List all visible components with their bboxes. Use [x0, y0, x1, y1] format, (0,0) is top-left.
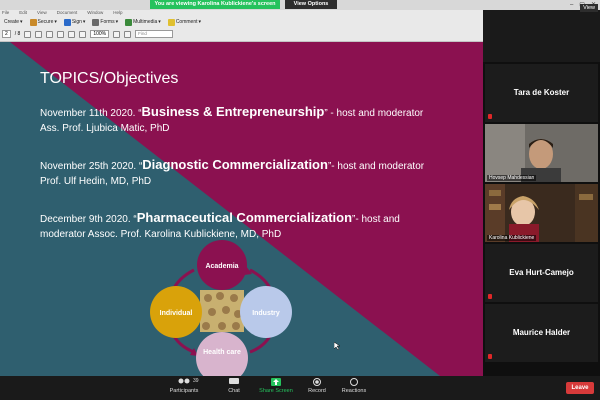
chat-button[interactable]: Chat: [216, 378, 252, 394]
fit-page-icon[interactable]: [113, 30, 121, 38]
comment-button[interactable]: Comment ▾: [166, 17, 203, 27]
zoom-window: You are viewing Karolina Kublickiene's s…: [0, 0, 600, 400]
share-screen-label: Share Screen: [259, 388, 293, 394]
share-screen-icon: [271, 378, 281, 386]
record-button[interactable]: Record: [299, 378, 335, 394]
participant-name: Hovsep Mahdessian: [487, 175, 537, 181]
zoom-in-icon[interactable]: [79, 30, 87, 38]
view-button[interactable]: View: [580, 4, 598, 12]
topic-2-date: November 25th 2020. “: [40, 161, 143, 172]
reactions-button[interactable]: Reactions: [336, 378, 372, 394]
topic-2-highlight: Diagnostic Commercialization: [142, 157, 328, 172]
topic-3-date: December 9th 2020. “: [40, 214, 137, 225]
record-icon: [313, 378, 321, 386]
participants-label: Participants: [169, 388, 199, 394]
create-button[interactable]: Create ▾: [2, 17, 25, 27]
menu-window[interactable]: Window: [87, 10, 103, 16]
participant-name: Karolina Kublickiene: [487, 235, 537, 241]
email-icon[interactable]: [35, 30, 43, 38]
participant-name: Maurice Halder: [512, 328, 571, 337]
muted-mic-icon: [488, 114, 492, 119]
page-number-field[interactable]: 2: [2, 30, 11, 38]
multimedia-button[interactable]: Multimedia ▾: [123, 17, 163, 27]
share-screen-button[interactable]: Share Screen: [258, 378, 294, 394]
chat-label: Chat: [228, 388, 240, 394]
participant-tile-tara[interactable]: Tara de Koster: [485, 64, 598, 122]
participant-video-hovsep[interactable]: Hovsep Mahdessian: [485, 124, 598, 182]
topic-1: November 11th 2020. “Business & Entrepre…: [40, 104, 430, 136]
menu-edit[interactable]: Edit: [19, 10, 27, 16]
meeting-controls: Participants 39 Chat Share Screen Record…: [0, 376, 600, 400]
record-label: Record: [308, 388, 326, 394]
film-icon: [125, 18, 133, 26]
participant-name: Tara de Koster: [513, 88, 570, 97]
muted-mic-icon: [488, 294, 492, 299]
print-icon[interactable]: [24, 30, 32, 38]
zoom-top-bar: You are viewing Karolina Kublickiene's s…: [0, 0, 600, 10]
secure-button[interactable]: Secure ▾: [28, 17, 59, 27]
participant-name: Eva Hurt-Camejo: [509, 268, 574, 277]
participant-tile-maurice[interactable]: Maurice Halder: [485, 304, 598, 362]
reactions-icon: [350, 378, 358, 386]
zoom-level-field[interactable]: 100%: [90, 30, 110, 38]
page-total: / 8: [14, 31, 21, 37]
acrobat-toolbar: File Edit View Document Window Help Crea…: [0, 10, 483, 42]
chat-icon: [229, 378, 239, 384]
menu-file[interactable]: File: [2, 10, 9, 16]
participant-count: 39: [193, 378, 199, 384]
presentation-slide: TOPICS/Objectives November 11th 2020. “B…: [0, 42, 483, 376]
menu-document[interactable]: Document: [57, 10, 78, 16]
reactions-label: Reactions: [341, 388, 367, 394]
view-options-button[interactable]: View Options: [285, 0, 337, 9]
pen-icon: [63, 18, 71, 26]
leave-button[interactable]: Leave: [566, 382, 594, 394]
minimize-icon[interactable]: –: [570, 0, 573, 10]
health-care-label: Health care: [203, 349, 241, 356]
cycle-diagram: Academia Industry Health care Individual: [150, 240, 292, 376]
share-banner: You are viewing Karolina Kublickiene's s…: [150, 0, 280, 9]
topic-3-highlight: Pharmaceutical Commercialization: [136, 210, 353, 225]
topic-1-highlight: Business & Entrepreneurship: [141, 104, 325, 119]
individual-label: Individual: [160, 310, 193, 317]
form-icon: [92, 18, 100, 26]
industry-label: Industry: [252, 310, 280, 317]
mouse-cursor-icon: [334, 342, 340, 350]
zoom-out-icon[interactable]: [68, 30, 76, 38]
participant-tile-eva[interactable]: Eva Hurt-Camejo: [485, 244, 598, 302]
find-input[interactable]: Find: [135, 30, 174, 38]
topic-2: November 25th 2020. “Diagnostic Commerci…: [40, 157, 430, 189]
topic-1-date: November 11th 2020. “: [40, 108, 142, 119]
topic-3: December 9th 2020. “Pharmaceutical Comme…: [40, 210, 430, 242]
select-tool-icon[interactable]: [57, 30, 65, 38]
academia-label: Academia: [205, 263, 238, 270]
menu-view[interactable]: View: [37, 10, 47, 16]
hand-tool-icon[interactable]: [46, 30, 54, 38]
forms-button[interactable]: Forms ▾: [90, 17, 120, 27]
participant-panel: Tara de Koster Hovsep Mahdessian Karolin…: [483, 62, 600, 376]
muted-mic-icon: [488, 354, 492, 359]
participants-icon: [178, 378, 190, 384]
video-frame-karolina: [485, 184, 598, 242]
comment-icon: [167, 18, 175, 26]
lock-icon: [29, 18, 37, 26]
fit-width-icon[interactable]: [124, 30, 132, 38]
slide-title: TOPICS/Objectives: [40, 70, 179, 87]
video-frame-hovsep: [485, 124, 598, 182]
sign-button[interactable]: Sign ▾: [62, 17, 88, 27]
menu-help[interactable]: Help: [113, 10, 122, 16]
acrobat-tool-row: Create ▾ Secure ▾ Sign ▾ Forms ▾ Multime…: [0, 16, 483, 28]
acrobat-nav-row: 2 / 8 100% Find: [0, 28, 483, 40]
participant-video-karolina[interactable]: Karolina Kublickiene: [485, 184, 598, 242]
